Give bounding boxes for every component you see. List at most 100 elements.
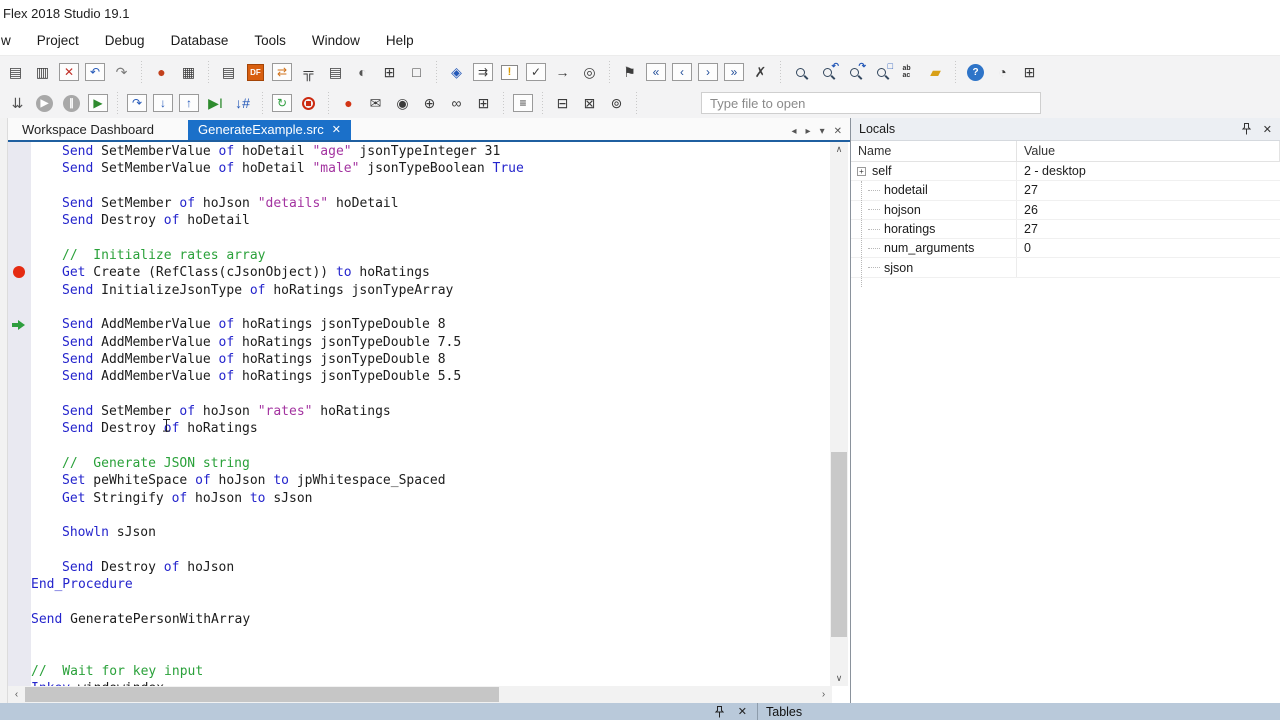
editor-gutter[interactable] [8, 142, 31, 686]
menu-item-help[interactable]: Help [373, 29, 427, 52]
find-icon[interactable] [787, 60, 814, 84]
copy-list-icon[interactable]: ▤ [215, 60, 242, 84]
locals-row-hodetail[interactable]: hodetail27 [851, 181, 1280, 200]
step-out-icon[interactable]: ↑ [179, 94, 199, 112]
expand-icon[interactable]: + [857, 167, 866, 176]
code-line[interactable]: Send AddMemberValue of hoRatings jsonTyp… [31, 368, 830, 385]
object-inspector-icon[interactable]: ◉ [389, 91, 416, 115]
locals-row-self[interactable]: +self2 - desktop [851, 162, 1280, 181]
tab-scroll-left-icon[interactable]: ◂ [792, 126, 797, 137]
scroll-up-icon[interactable]: ∧ [830, 142, 848, 157]
code-line[interactable]: Get Create (RefClass(cJsonObject)) to ho… [31, 264, 830, 281]
step-run-icon[interactable]: ▶ [88, 94, 108, 112]
code-line[interactable]: Send Destroy of hoDetail [31, 212, 830, 229]
code-line[interactable]: Send AddMemberValue of hoRatings jsonTyp… [31, 351, 830, 368]
step-into-icon[interactable]: ↓ [153, 94, 173, 112]
record-macro-icon[interactable]: ● [148, 60, 175, 84]
replace-icon[interactable]: ab ac [895, 60, 922, 84]
code-line[interactable] [31, 178, 830, 195]
org-chart-icon[interactable]: ╦ [295, 60, 322, 84]
code-line[interactable] [31, 542, 830, 559]
code-explorer-icon[interactable]: ∞ [443, 91, 470, 115]
scroll-right-icon[interactable]: › [815, 686, 832, 703]
code-line[interactable]: Send SetMember of hoJson "rates" hoRatin… [31, 403, 830, 420]
tab-workspace-dashboard[interactable]: Workspace Dashboard [8, 120, 168, 140]
code-line[interactable]: Showln sJson [31, 524, 830, 541]
delete-icon[interactable]: ✕ [59, 63, 79, 81]
code-editor[interactable]: Send SetMemberValue of hoDetail "age" js… [31, 142, 830, 686]
print-icon[interactable]: ▦ [175, 60, 202, 84]
table-search-icon[interactable]: ⊞ [376, 60, 403, 84]
table-grid-icon[interactable]: ⊞ [470, 91, 497, 115]
db-columns-icon[interactable]: ⊠ [576, 91, 603, 115]
bookmark-clear-icon[interactable]: ✗ [747, 60, 774, 84]
run-to-cursor-icon[interactable]: ▶I [202, 91, 229, 115]
web-db-icon[interactable]: ⊚ [603, 91, 630, 115]
locals-row-horatings[interactable]: horatings27 [851, 220, 1280, 239]
bookmark-prev-icon[interactable]: ‹ [672, 63, 692, 81]
switch-view-icon[interactable]: ⇄ [272, 63, 292, 81]
code-line[interactable] [31, 646, 830, 663]
code-line[interactable] [31, 386, 830, 403]
bookmark-next-icon[interactable]: › [698, 63, 718, 81]
code-line[interactable]: Send SetMemberValue of hoDetail "age" js… [31, 143, 830, 160]
db-table-icon[interactable]: ⊟ [549, 91, 576, 115]
code-line[interactable]: End_Procedure [31, 576, 830, 593]
breakpoint-icon[interactable] [13, 266, 25, 278]
code-line[interactable]: Send GeneratePersonWithArray [31, 611, 830, 628]
clipboard-check-icon[interactable]: ✓ [526, 63, 546, 81]
code-line[interactable]: Send Destroy of hoRatings [31, 420, 830, 437]
bookmark-first-icon[interactable]: « [646, 63, 666, 81]
code-line[interactable] [31, 594, 830, 611]
menu-item-view-partial[interactable]: w [0, 29, 24, 52]
horizontal-scroll-track[interactable] [25, 686, 815, 703]
redo-icon[interactable]: ↷ [108, 60, 135, 84]
start-debug-icon[interactable]: ▶ [31, 91, 58, 115]
menu-item-debug[interactable]: Debug [92, 29, 158, 52]
locals-row-num_arguments[interactable]: num_arguments0 [851, 239, 1280, 258]
find-next-icon[interactable]: ↷ [841, 60, 868, 84]
find-in-files-icon[interactable]: □ [868, 60, 895, 84]
code-line[interactable]: Send Destroy of hoJson [31, 559, 830, 576]
tab-close-icon[interactable]: ✕ [332, 123, 341, 136]
pause-icon[interactable]: ∥ [58, 91, 85, 115]
undo-icon[interactable]: ↶ [85, 63, 105, 81]
restart-icon[interactable]: ↻ [272, 94, 292, 112]
locals-row-sjson[interactable]: sjson [851, 258, 1280, 277]
help-icon[interactable]: ? [962, 60, 989, 84]
scroll-left-icon[interactable]: ‹ [8, 686, 25, 703]
code-line[interactable] [31, 628, 830, 645]
find-prev-icon[interactable]: ↶ [814, 60, 841, 84]
horizontal-scroll-thumb[interactable] [25, 687, 499, 702]
file-open-input[interactable] [701, 92, 1041, 114]
forms-grid-icon[interactable]: ⊞ [1016, 60, 1043, 84]
tab-close-icon[interactable]: ✕ [834, 126, 842, 137]
code-line[interactable]: Send AddMemberValue of hoRatings jsonTyp… [31, 316, 830, 333]
tables-panel-caption[interactable]: Tables [758, 703, 1280, 720]
tab-generateexample-src[interactable]: GenerateExample.src✕ [188, 120, 351, 140]
pin-icon[interactable] [1242, 123, 1251, 135]
set-next-statement-icon[interactable]: ↓# [229, 91, 256, 115]
bookmark-last-icon[interactable]: » [724, 63, 744, 81]
tab-list-dropdown-icon[interactable]: ▾ [820, 126, 825, 137]
form-list-icon[interactable]: ▤ [322, 60, 349, 84]
code-line[interactable]: // Generate JSON string [31, 455, 830, 472]
warning-check-icon[interactable]: ! [496, 60, 523, 84]
compile-icon[interactable]: ◈ [443, 60, 470, 84]
locals-row-hojson[interactable]: hojson26 [851, 201, 1280, 220]
stop-icon[interactable] [295, 91, 322, 115]
code-line[interactable]: // Wait for key input [31, 663, 830, 680]
menu-item-database[interactable]: Database [158, 29, 242, 52]
code-line[interactable] [31, 299, 830, 316]
dataflex-icon[interactable]: DF [242, 60, 269, 84]
code-line[interactable]: Send SetMember of hoJson "details" hoDet… [31, 195, 830, 212]
toggle-breakpoint-icon[interactable]: ● [335, 91, 362, 115]
menu-item-tools[interactable]: Tools [241, 29, 299, 52]
close-icon[interactable]: ✕ [1263, 123, 1272, 136]
vertical-scrollbar[interactable]: ∧ ∨ [830, 142, 848, 686]
code-list-icon[interactable]: ≡ [513, 94, 533, 112]
menu-item-project[interactable]: Project [24, 29, 92, 52]
web-inspector-icon[interactable]: ⊕ [416, 91, 443, 115]
code-line[interactable]: Send AddMemberValue of hoRatings jsonTyp… [31, 334, 830, 351]
open-folder-icon[interactable]: ▰ [922, 60, 949, 84]
